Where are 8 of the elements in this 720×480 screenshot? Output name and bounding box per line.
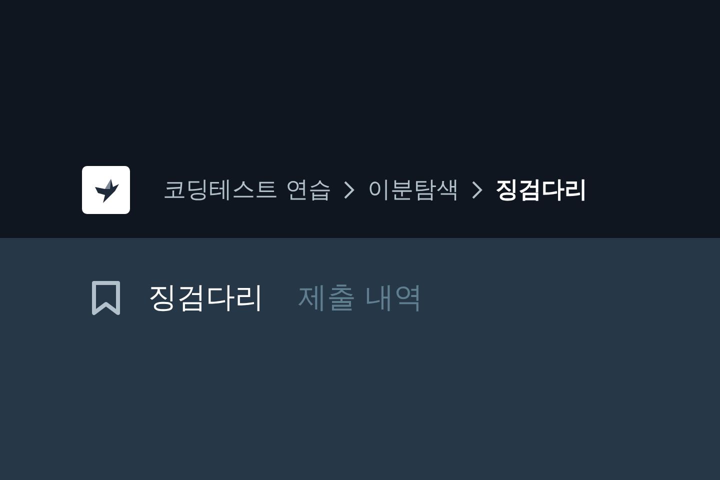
bookmark-icon[interactable]: [90, 280, 122, 316]
breadcrumb-link[interactable]: 징검다리: [495, 172, 588, 208]
chevron-right-icon: [343, 180, 356, 200]
tab[interactable]: 징검다리: [148, 276, 264, 320]
breadcrumb-link[interactable]: 코딩테스트 연습: [163, 172, 332, 208]
logo-icon[interactable]: [82, 166, 130, 214]
chevron-right-icon: [471, 180, 484, 200]
breadcrumb-link[interactable]: 이분탐색: [367, 172, 460, 208]
